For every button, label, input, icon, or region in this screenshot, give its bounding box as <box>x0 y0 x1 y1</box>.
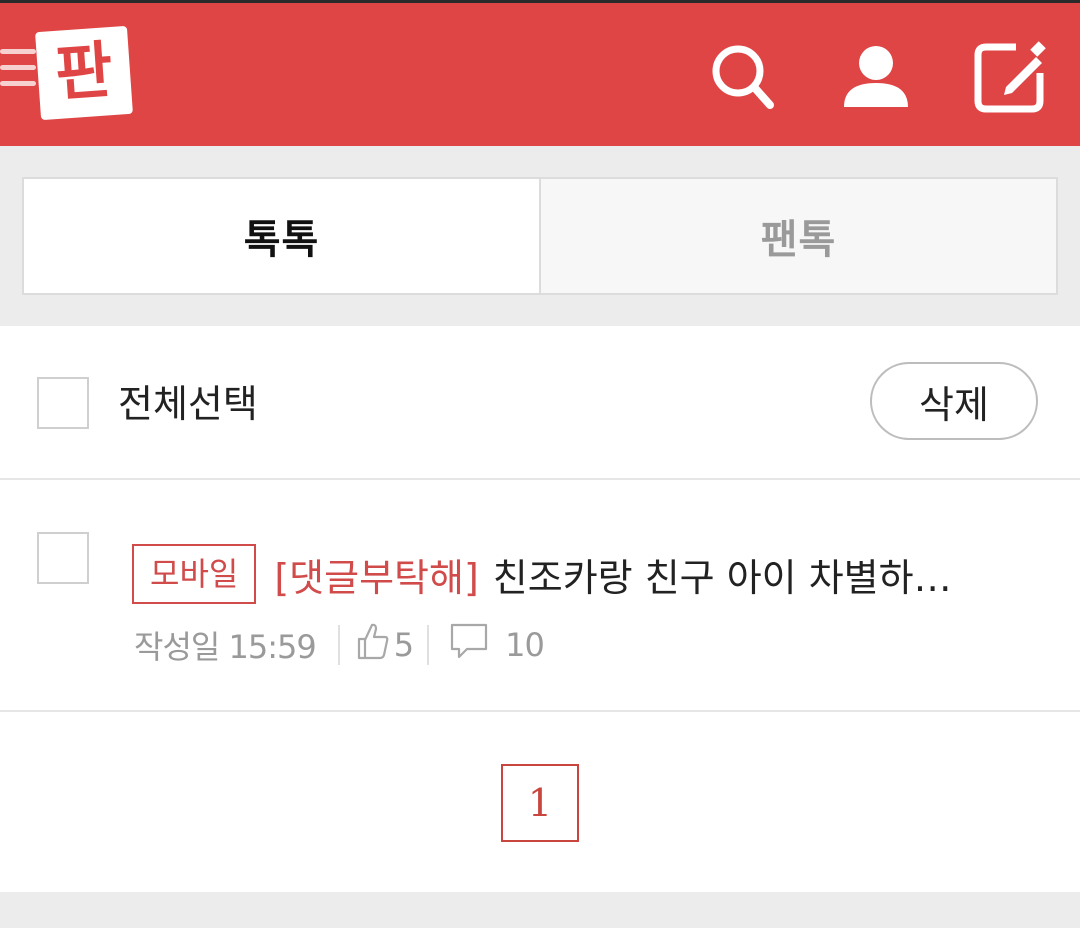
select-all-label[interactable]: 전체선택 <box>118 378 258 430</box>
logo-text: 판 <box>52 33 115 110</box>
mobile-badge: 모바일 <box>132 544 257 604</box>
post-title[interactable]: 친조카랑 친구 아이 차별하… <box>493 547 952 602</box>
like-count: 5 <box>393 626 414 664</box>
thumbs-up-icon <box>356 621 390 669</box>
post-list-panel: 전체선택 삭제 모바일 [댓글부탁해] 친조카랑 친구 아이 차별하… 작성일 … <box>0 326 1080 892</box>
comment-icon <box>449 621 489 669</box>
select-all-row: 전체선택 삭제 <box>0 326 1080 480</box>
menu-icon[interactable] <box>0 45 40 101</box>
post-meta: 작성일 15:59 5 10 <box>134 620 545 670</box>
tab-fantok[interactable]: 팬톡 <box>541 179 1056 293</box>
post-date: 작성일 15:59 <box>134 628 317 666</box>
post-tag: [댓글부탁해] <box>274 555 479 600</box>
delete-button[interactable]: 삭제 <box>870 362 1038 440</box>
select-all-checkbox[interactable] <box>37 377 89 429</box>
logo[interactable]: 판 <box>35 25 134 121</box>
app-header: 판 <box>0 0 1080 146</box>
post-checkbox[interactable] <box>37 532 89 584</box>
divider <box>427 625 430 665</box>
tab-bar: 톡톡 팬톡 <box>22 177 1058 295</box>
write-icon[interactable] <box>970 37 1050 117</box>
list-item[interactable]: 모바일 [댓글부탁해] 친조카랑 친구 아이 차별하… 작성일 15:59 5 … <box>0 480 1080 712</box>
post-title-line[interactable]: 모바일 [댓글부탁해] 친조카랑 친구 아이 차별하… <box>132 542 952 606</box>
page-1-button[interactable]: 1 <box>501 764 579 842</box>
user-icon[interactable] <box>836 37 916 117</box>
divider <box>337 625 340 665</box>
comment-count: 10 <box>505 626 545 664</box>
search-icon[interactable] <box>704 37 784 117</box>
tab-toktok[interactable]: 톡톡 <box>24 179 541 293</box>
